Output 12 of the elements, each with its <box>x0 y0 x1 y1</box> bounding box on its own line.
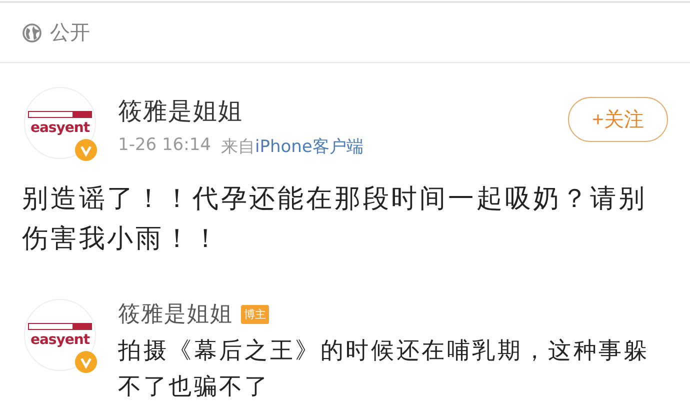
logo-text: easyent <box>30 332 90 348</box>
post-time: 1-26 16:14 <box>118 135 211 157</box>
source-label: 来自 <box>220 136 255 158</box>
author-name[interactable]: 筱雅是姐姐 <box>118 95 568 127</box>
commenter-name[interactable]: 筱雅是姐姐 <box>118 299 233 329</box>
author-badge: 博主 <box>241 304 269 324</box>
post-text: 别造谣了！！代孕还能在那段时间一起吸奶？请别伤害我小雨！！ <box>22 183 648 256</box>
globe-icon <box>22 22 42 42</box>
source-link[interactable]: iPhone客户端 <box>254 135 364 158</box>
comment-text: 拍摄《幕后之王》的时候还在哺乳期，这种事躲不了也骗不了 <box>118 337 650 402</box>
visibility-label: 公开 <box>50 19 90 46</box>
logo-text: easyent <box>30 120 90 136</box>
